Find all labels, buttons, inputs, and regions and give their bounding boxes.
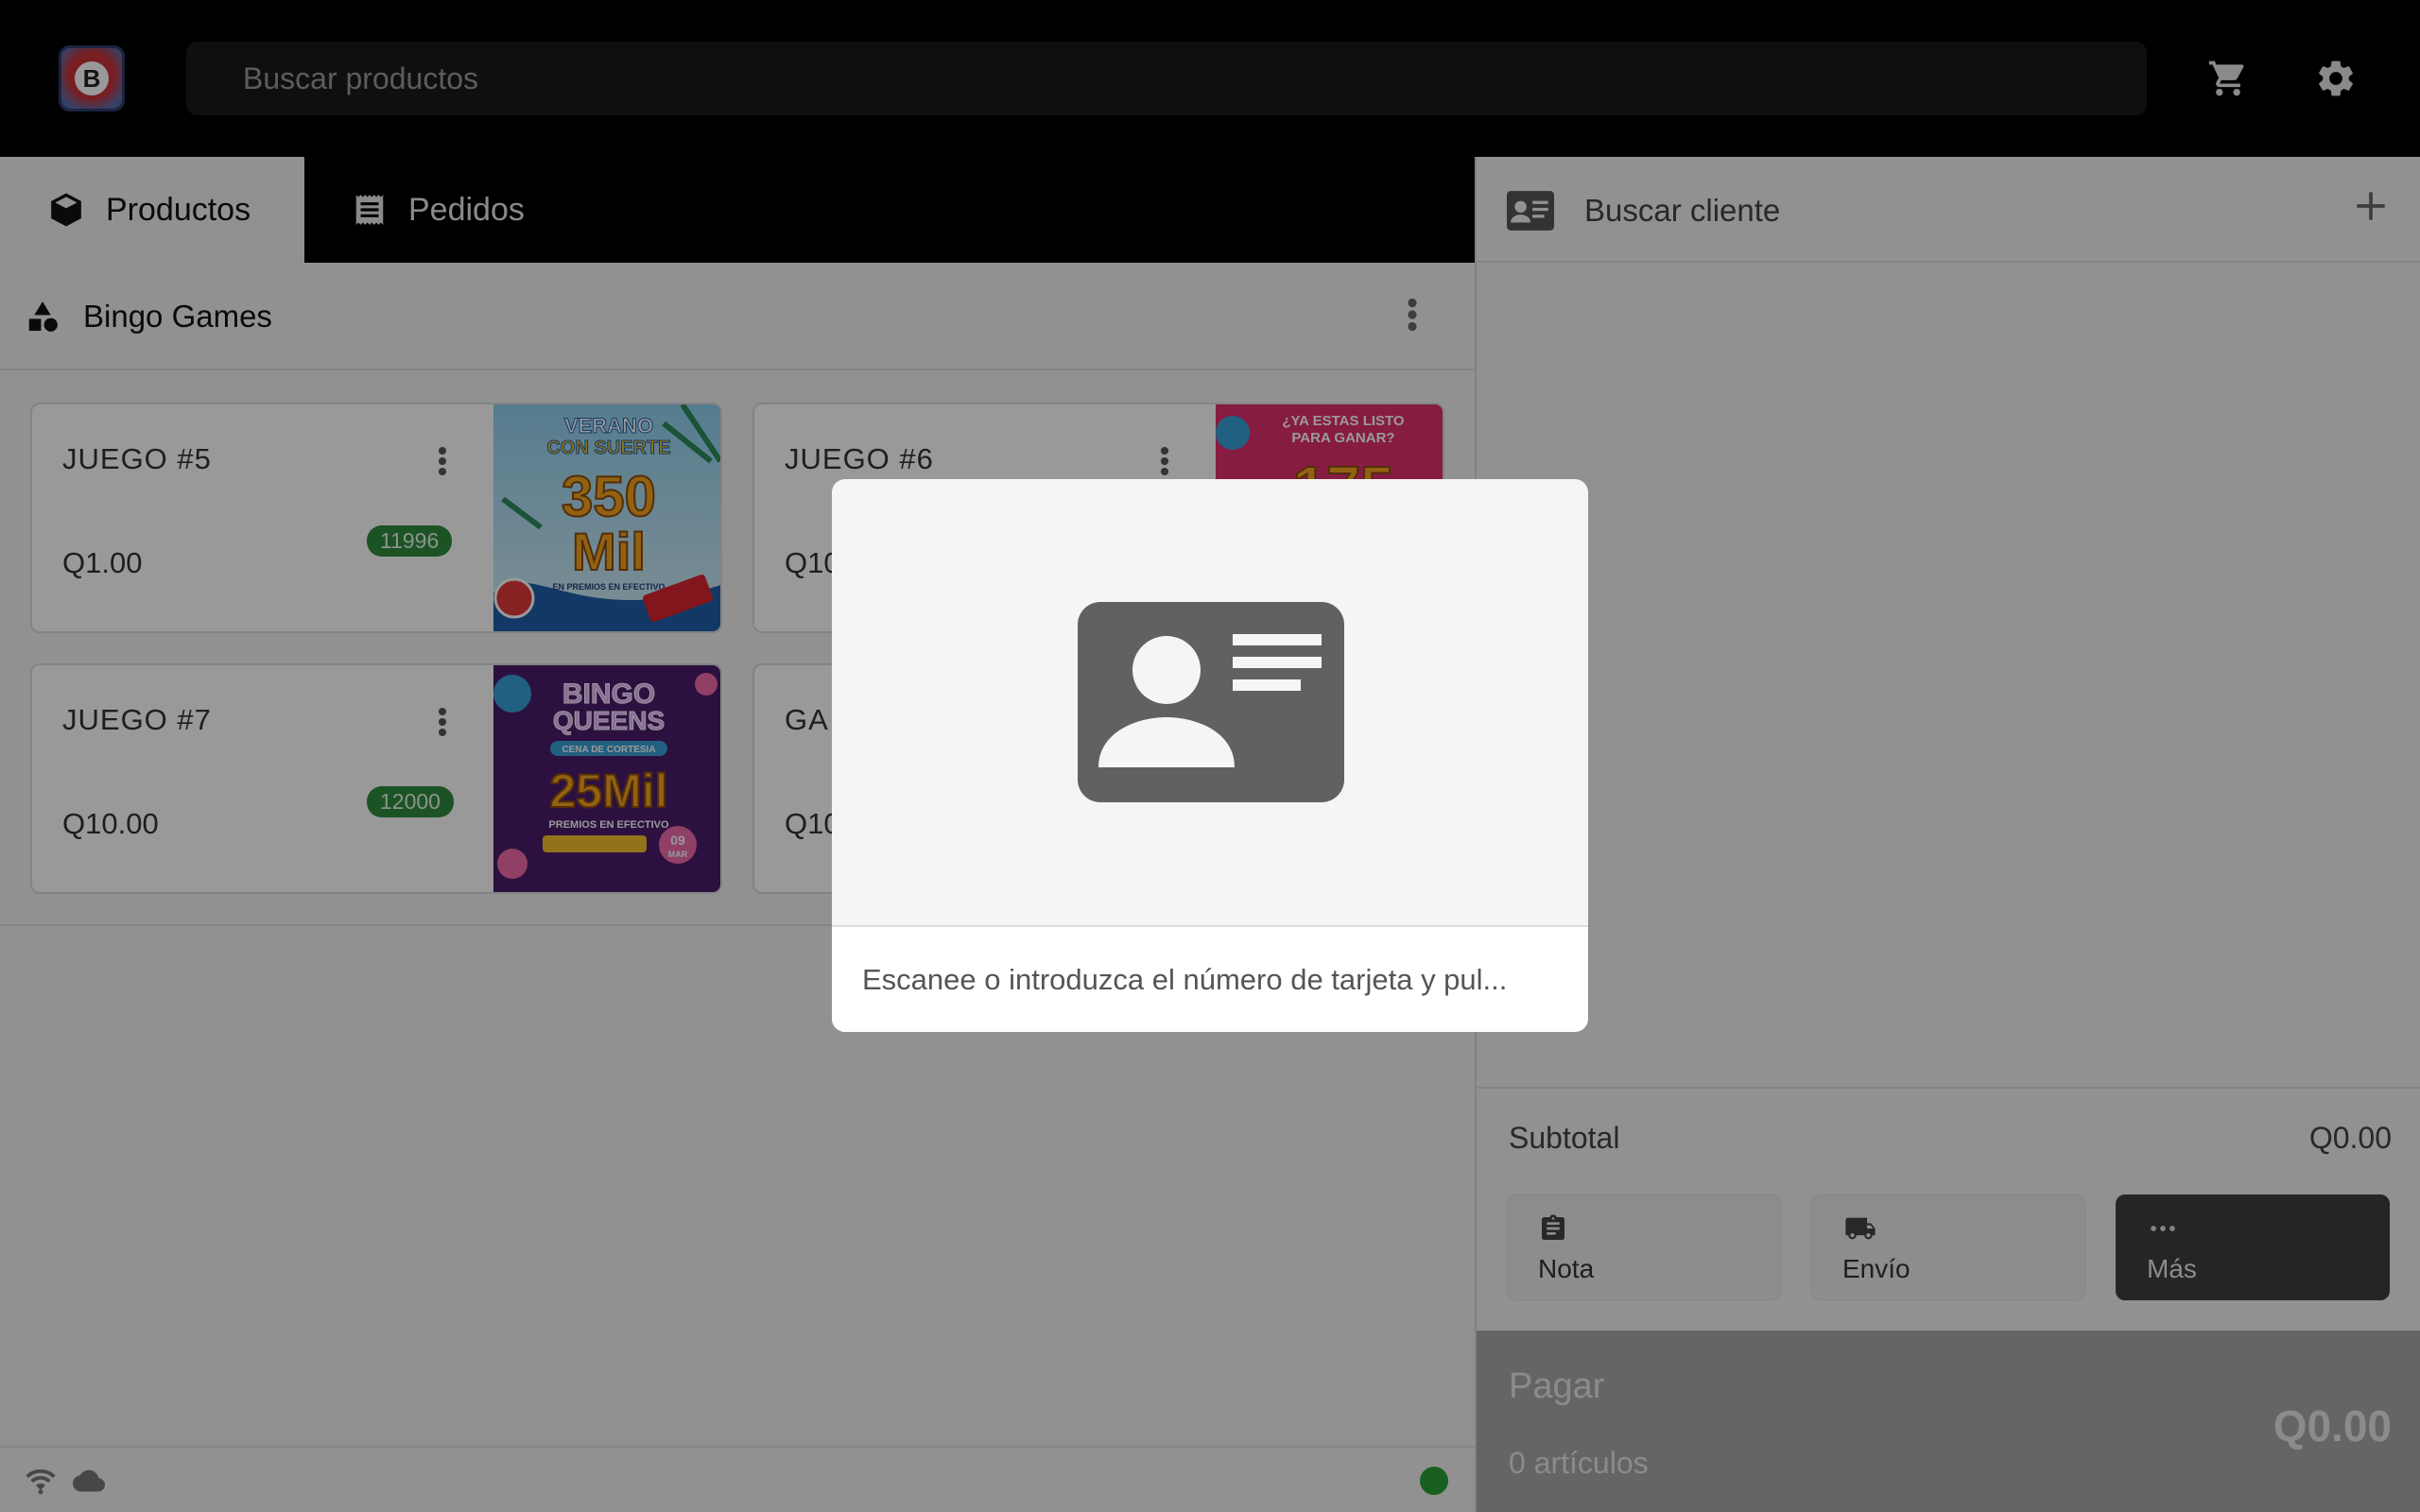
contact-card-icon [1078, 602, 1344, 807]
card-number-input[interactable] [832, 927, 1588, 1032]
card-scan-dialog [832, 479, 1588, 1032]
